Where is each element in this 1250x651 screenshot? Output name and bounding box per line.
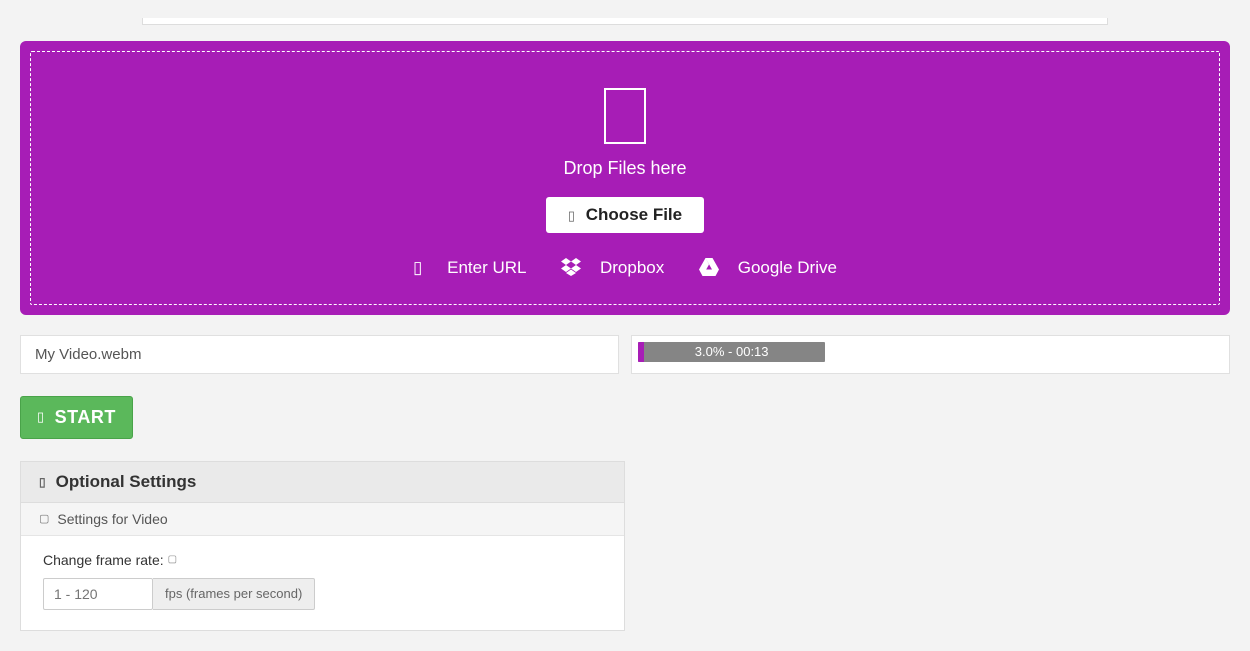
dropbox-link[interactable]: Dropbox — [561, 257, 679, 276]
frame-rate-label: Change frame rate: ▢ — [43, 552, 602, 568]
play-icon: ▯ — [37, 409, 45, 425]
optional-settings-panel: ▯ Optional Settings ▢ Settings for Video… — [20, 461, 625, 631]
google-drive-icon — [699, 258, 719, 276]
choose-file-label: Choose File — [586, 205, 682, 224]
google-drive-link[interactable]: Google Drive — [699, 257, 847, 276]
gear-icon: ▯ — [39, 475, 46, 489]
file-dropzone[interactable]: Drop Files here ▯ Choose File ▯ Enter UR… — [20, 41, 1230, 315]
link-icon: ▯ — [413, 258, 422, 277]
help-icon[interactable]: ▢ — [168, 554, 177, 565]
collapse-icon: ▢ — [39, 512, 49, 525]
frame-rate-input[interactable] — [43, 578, 153, 610]
progress-text: 3.0% - 00:13 — [638, 342, 825, 362]
start-button[interactable]: ▯ START — [20, 396, 133, 439]
file-name-display: My Video.webm — [20, 335, 619, 374]
start-label: START — [55, 407, 116, 428]
progress-bar: 3.0% - 00:13 — [638, 342, 825, 362]
file-icon — [604, 88, 646, 144]
drop-links-row: ▯ Enter URL Dropbox Google Drive — [51, 257, 1199, 278]
top-empty-card — [142, 18, 1108, 25]
optional-settings-header[interactable]: ▯ Optional Settings — [21, 462, 624, 503]
drop-title: Drop Files here — [51, 158, 1199, 179]
fps-unit-label: fps (frames per second) — [153, 578, 315, 610]
video-settings-header[interactable]: ▢ Settings for Video — [21, 503, 624, 536]
dropbox-icon — [561, 258, 581, 276]
choose-file-button[interactable]: ▯ Choose File — [546, 197, 704, 233]
folder-icon: ▯ — [568, 208, 575, 223]
enter-url-link[interactable]: ▯ Enter URL — [403, 257, 541, 276]
upload-progress: 3.0% - 00:13 — [631, 335, 1230, 374]
